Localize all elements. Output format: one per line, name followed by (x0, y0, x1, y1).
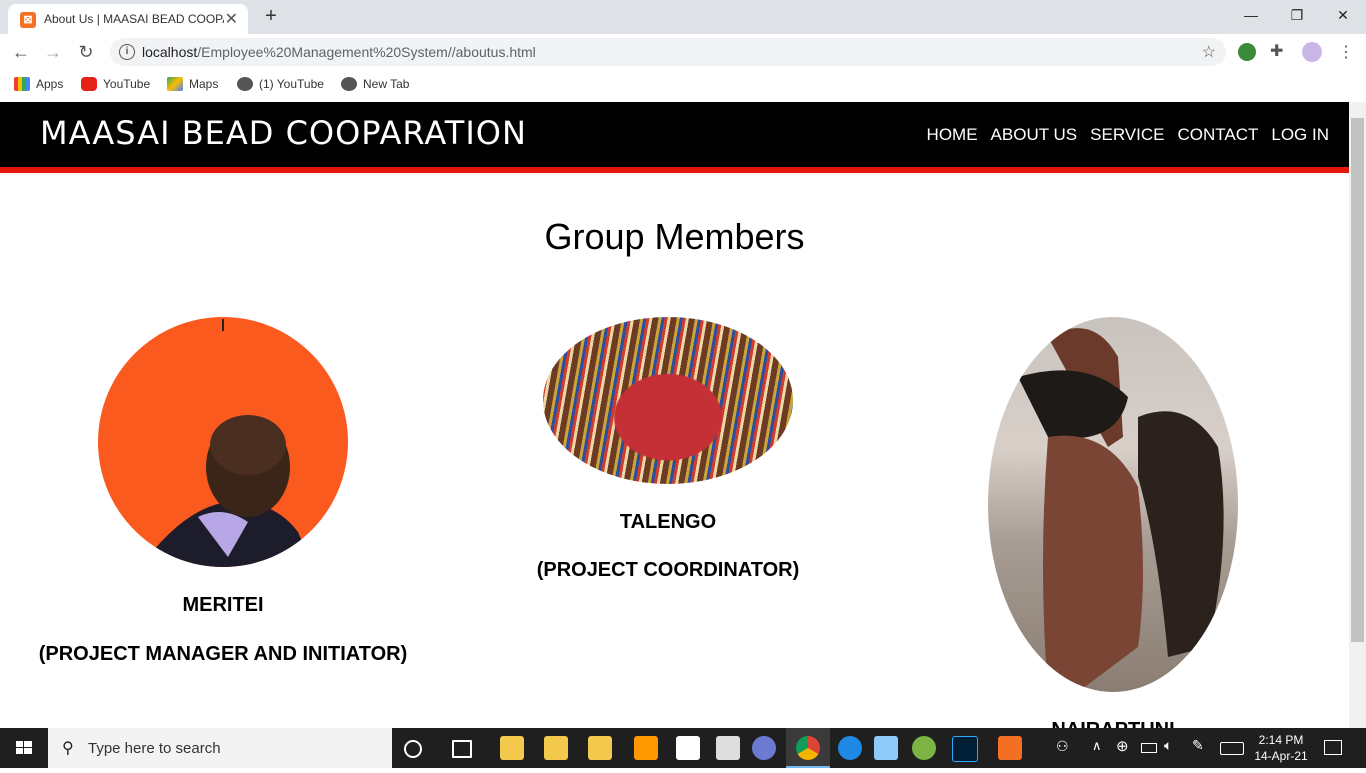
close-window-icon[interactable]: ✕ (1320, 0, 1366, 30)
nav-log-in[interactable]: LOG IN (1271, 125, 1329, 145)
url-host: localhost (142, 44, 198, 60)
task-view-icon[interactable] (452, 740, 472, 758)
back-arrow-icon[interactable]: ← (9, 40, 33, 64)
new-tab-icon[interactable]: + (259, 4, 283, 28)
apps-grid-icon (14, 77, 30, 91)
virtualbox-icon[interactable] (874, 736, 898, 760)
page-scrollbar[interactable] (1349, 102, 1366, 728)
bookmark-maps[interactable]: Maps (167, 76, 218, 92)
notifications-icon[interactable] (1324, 740, 1342, 755)
search-icon: ⚲ (62, 740, 74, 757)
network-globe-icon[interactable]: ⊕ (1116, 737, 1129, 755)
menu-kebab-icon[interactable]: ⋮ (1338, 42, 1354, 62)
edge-icon[interactable] (838, 736, 862, 760)
clock-time: 2:14 PM (1258, 733, 1304, 747)
youtube-icon (81, 77, 97, 91)
bookmark-label: YouTube (103, 77, 151, 91)
clock-date: 14-Apr-21 (1254, 749, 1308, 763)
photoshop-icon[interactable] (952, 736, 978, 762)
pen-icon[interactable]: ✎ (1192, 737, 1204, 754)
nav-contact[interactable]: CONTACT (1177, 125, 1258, 145)
site-nav: HOME ABOUT US SERVICE CONTACT LOG IN (927, 125, 1329, 145)
nav-home[interactable]: HOME (927, 125, 978, 145)
chrome-taskbar-button[interactable] (786, 728, 830, 768)
woman-with-donkey-image (1018, 328, 1224, 692)
taskbar-clock[interactable]: 2:14 PM 14-Apr-21 (1248, 732, 1314, 764)
app-icon-2[interactable] (912, 736, 936, 760)
sublime-text-icon[interactable] (634, 736, 658, 760)
browser-toolbar: ← → ↻ i localhost/Employee%20Management%… (0, 34, 1366, 70)
forward-arrow-icon[interactable]: → (41, 40, 65, 64)
globe-icon (237, 77, 253, 91)
close-tab-icon[interactable]: ✕ (225, 9, 238, 29)
restore-icon[interactable]: ❐ (1274, 0, 1320, 30)
member-name: TALENGO (619, 511, 717, 533)
address-bar[interactable]: i localhost/Employee%20Management%20Syst… (110, 38, 1226, 66)
start-button[interactable] (0, 728, 48, 768)
bookmark-youtube-1[interactable]: (1) YouTube (237, 76, 324, 92)
bookmark-label: Maps (189, 77, 219, 91)
nav-service[interactable]: SERVICE (1090, 125, 1164, 145)
member-photo-talengo (543, 317, 793, 484)
file-explorer-icon[interactable] (500, 736, 524, 760)
people-icon[interactable]: ⚇ (1056, 738, 1069, 755)
volume-icon[interactable]: 🔈︎ (1164, 737, 1172, 754)
tab-title: About Us | MAASAI BEAD COOPARATION (44, 12, 224, 26)
member-photo-meritei (98, 317, 348, 567)
app-icon[interactable] (752, 736, 776, 760)
browser-tab-strip: ⊠ About Us | MAASAI BEAD COOPARATION ✕ +… (0, 0, 1366, 34)
maps-icon (167, 77, 183, 91)
reload-icon[interactable]: ↻ (74, 40, 98, 64)
chevron-up-icon[interactable]: ∧ (1092, 738, 1102, 754)
bookmark-label: (1) YouTube (259, 77, 324, 91)
member-name: NAIRAPTUNI (890, 719, 1336, 728)
bookmarks-bar: Apps YouTube Maps (1) YouTube New Tab (0, 70, 1366, 98)
member-name: MERITEI (182, 594, 264, 616)
scrollbar-thumb[interactable] (1351, 118, 1364, 642)
windows-taskbar: ⚲ Type here to search ⚇ ∧ ⊕ 🔈︎ ✎ 2:14 PM… (0, 728, 1366, 768)
bookmark-apps[interactable]: Apps (14, 76, 63, 92)
site-brand[interactable]: MAASAI BEAD COOPARATION (40, 114, 527, 152)
member-role: (PROJECT MANAGER AND INITIATOR) (38, 643, 408, 665)
bookmark-youtube[interactable]: YouTube (81, 76, 150, 92)
url-path: /Employee%20Management%20System//aboutus… (197, 44, 536, 60)
windows-logo-icon (16, 741, 32, 754)
xampp-favicon-icon: ⊠ (20, 12, 36, 28)
mail-icon[interactable] (716, 736, 740, 760)
site-info-icon[interactable]: i (119, 44, 135, 60)
bookmark-star-icon[interactable]: ☆ (1202, 42, 1216, 62)
browser-tab[interactable]: ⊠ About Us | MAASAI BEAD COOPARATION ✕ (8, 4, 248, 34)
taskbar-search-placeholder: Type here to search (88, 740, 221, 757)
bookmark-label: New Tab (363, 77, 410, 91)
man-portrait-icon (138, 319, 313, 567)
site-header: MAASAI BEAD COOPARATION HOME ABOUT US SE… (0, 102, 1349, 173)
cortana-icon[interactable] (404, 740, 422, 758)
extension-globe-icon[interactable] (1238, 43, 1256, 61)
url-text[interactable]: localhost/Employee%20Management%20System… (142, 44, 536, 60)
bookmark-label: Apps (36, 77, 64, 91)
page-title: Group Members (544, 216, 805, 257)
keyboard-icon[interactable] (1220, 742, 1244, 755)
xampp-icon[interactable] (998, 736, 1022, 760)
bookmark-new-tab[interactable]: New Tab (341, 76, 409, 92)
page-viewport: MAASAI BEAD COOPARATION HOME ABOUT US SE… (0, 102, 1349, 728)
file-explorer-icon-3[interactable] (588, 736, 612, 760)
globe-icon (341, 77, 357, 91)
taskbar-search[interactable]: ⚲ Type here to search (48, 728, 392, 768)
file-explorer-icon-2[interactable] (544, 736, 568, 760)
member-role: (PROJECT COORDINATOR) (536, 559, 800, 581)
extensions-puzzle-icon[interactable]: ✚ (1270, 41, 1283, 61)
member-photo-nairaptuni (988, 317, 1238, 692)
minimize-icon[interactable]: — (1228, 0, 1274, 30)
profile-avatar-icon[interactable] (1302, 42, 1322, 62)
chrome-icon (796, 736, 820, 760)
nav-about-us[interactable]: ABOUT US (991, 125, 1078, 145)
battery-icon[interactable] (1141, 743, 1157, 753)
microsoft-store-icon[interactable] (676, 736, 700, 760)
